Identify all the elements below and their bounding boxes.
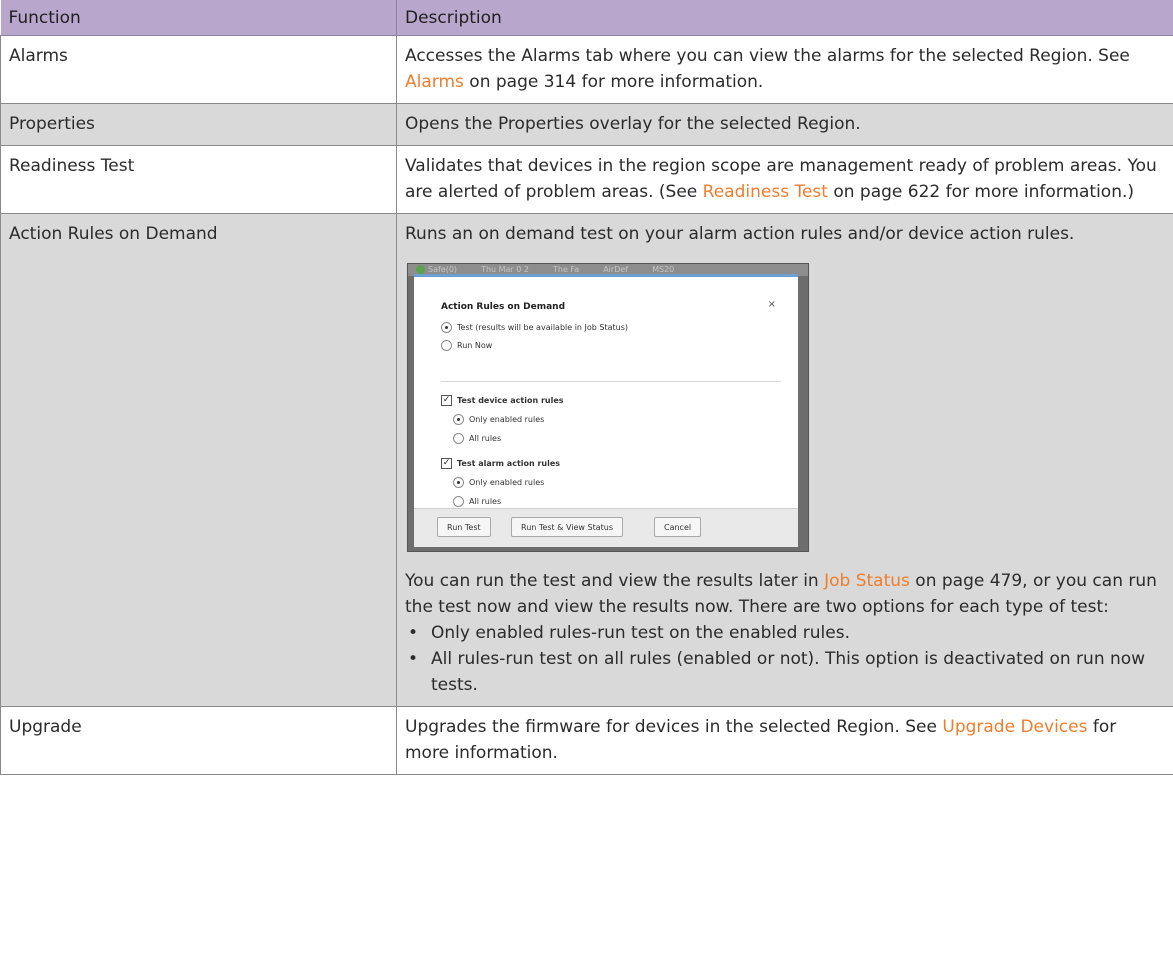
function-cell: Readiness Test <box>0 145 397 214</box>
radio-test-mode[interactable]: Test (results will be available in Job S… <box>441 322 628 333</box>
table-row-alarms: Alarms Accesses the Alarms tab where you… <box>0 35 1173 104</box>
radio-device-only-enabled[interactable]: Only enabled rules <box>453 414 544 425</box>
radio-selected-icon <box>453 414 464 425</box>
radio-alarm-only-enabled[interactable]: Only enabled rules <box>453 477 544 488</box>
options-list: • Only enabled rules-run test on the enab… <box>405 620 1164 698</box>
table-row-upgrade: Upgrade Upgrades the firmware for device… <box>0 706 1173 775</box>
description-paragraph: You can run the test and view the result… <box>405 571 1157 617</box>
bullet-icon: • <box>408 623 419 643</box>
radio-device-all-rules[interactable]: All rules <box>453 433 501 444</box>
radio-alarm-all-rules[interactable]: All rules <box>453 496 501 507</box>
bullet-icon: • <box>408 649 419 669</box>
checkbox-checked-icon: ✓ <box>441 458 452 469</box>
table-row-properties: Properties Opens the Properties overlay … <box>0 103 1173 146</box>
radio-icon <box>453 496 464 507</box>
list-item: • All rules-run test on all rules (enable… <box>405 646 1164 698</box>
radio-selected-icon <box>453 477 464 488</box>
function-table: Function Description Alarms Accesses the… <box>0 0 1173 775</box>
radio-icon <box>453 433 464 444</box>
table-header-row: Function Description <box>0 0 1173 36</box>
dialog-screenshot: Safe(0) Thu Mar 0 2 The Fa AirDef MS20 Actio… <box>407 263 809 552</box>
table-row-readiness-test: Readiness Test Validates that devices in… <box>0 145 1173 214</box>
job-status-link[interactable]: Job Status <box>824 571 910 591</box>
alarms-link[interactable]: Alarms <box>405 72 464 92</box>
description-text: on page 314 for more information. <box>463 72 764 92</box>
run-test-button[interactable]: Run Test <box>437 517 491 537</box>
checkbox-alarm-rules[interactable]: ✓ Test alarm action rules <box>441 458 560 469</box>
dialog-title: Action Rules on Demand <box>441 302 566 312</box>
description-cell: Runs an on demand test on your alarm act… <box>396 213 1173 707</box>
run-test-view-status-button[interactable]: Run Test & View Status <box>511 517 623 537</box>
readiness-test-link[interactable]: Readiness Test <box>703 182 828 202</box>
table-row-action-rules: Action Rules on Demand Runs an on demand… <box>0 213 1173 707</box>
function-cell: Action Rules on Demand <box>0 213 397 707</box>
dialog-footer: Run Test Run Test & View Status Cancel <box>414 508 798 547</box>
divider <box>441 381 781 382</box>
description-cell: Accesses the Alarms tab where you can vi… <box>396 35 1173 104</box>
checkbox-checked-icon: ✓ <box>441 395 452 406</box>
column-header-function: Function <box>0 0 397 36</box>
list-item: • Only enabled rules-run test on the enab… <box>405 620 1164 646</box>
checkbox-device-rules[interactable]: ✓ Test device action rules <box>441 395 564 406</box>
description-intro: Runs an on demand test on your alarm act… <box>405 224 1075 244</box>
column-header-description: Description <box>396 0 1173 36</box>
description-text: on page 622 for more information.) <box>827 182 1135 202</box>
radio-run-now[interactable]: Run Now <box>441 340 492 351</box>
status-icon <box>416 265 425 274</box>
description-text: Upgrades the firmware for devices in the… <box>405 717 943 737</box>
upgrade-devices-link[interactable]: Upgrade Devices <box>942 717 1087 737</box>
cancel-button[interactable]: Cancel <box>654 517 702 537</box>
description-text: Accesses the Alarms tab where you can vi… <box>405 46 1130 66</box>
description-cell: Validates that devices in the region sco… <box>396 145 1173 214</box>
radio-icon <box>441 340 452 351</box>
function-cell: Upgrade <box>0 706 397 775</box>
action-rules-dialog: Action Rules on Demand × Test (results w… <box>414 274 798 547</box>
close-icon[interactable]: × <box>768 292 776 318</box>
radio-selected-icon <box>441 322 452 333</box>
function-cell: Alarms <box>0 35 397 104</box>
description-cell: Opens the Properties overlay for the sel… <box>396 103 1173 146</box>
function-cell: Properties <box>0 103 397 146</box>
description-cell: Upgrades the firmware for devices in the… <box>396 706 1173 775</box>
